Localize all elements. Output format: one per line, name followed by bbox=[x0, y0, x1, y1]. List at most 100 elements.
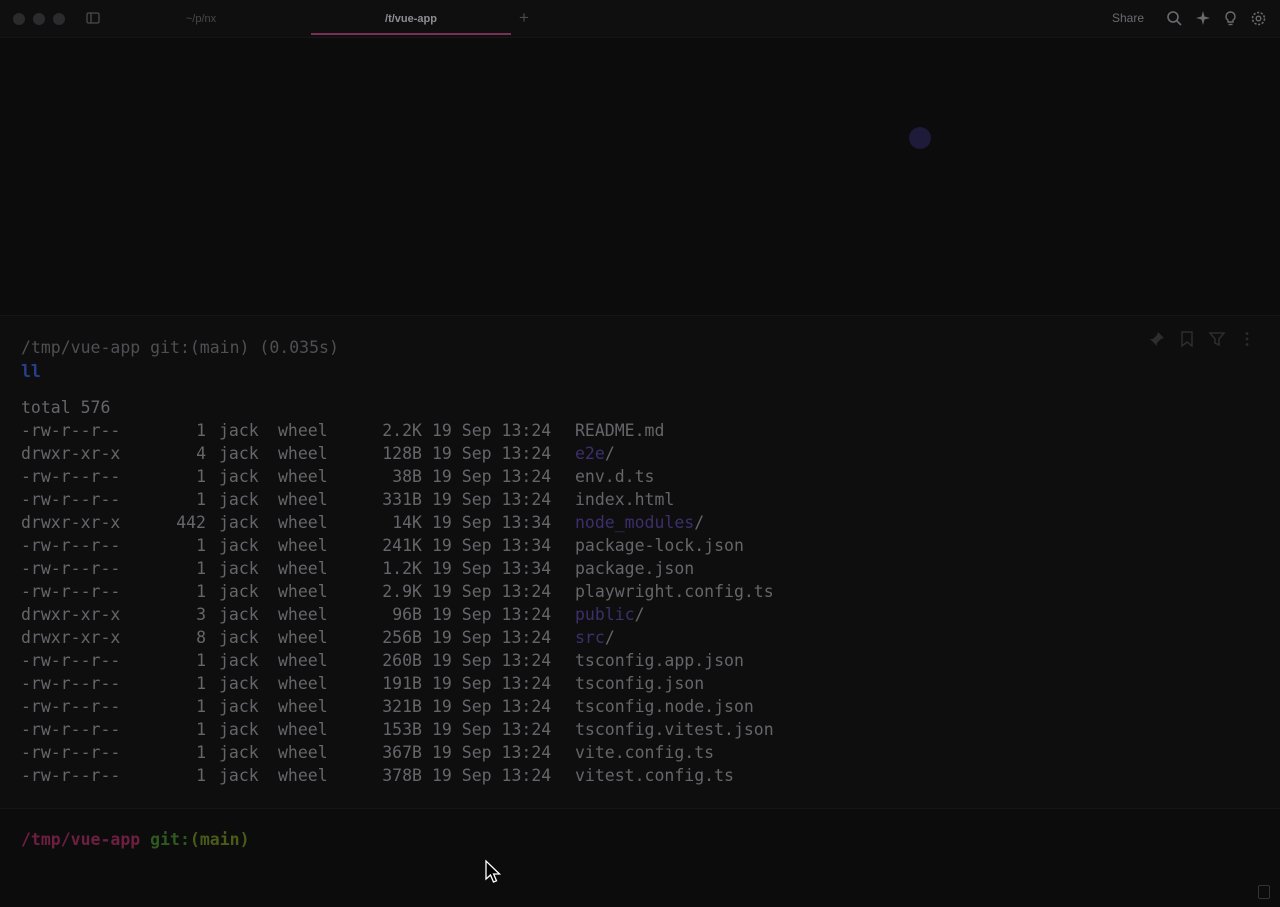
output-row: -rw-r--r-- 1 jack wheel 2.9K 19 Sep 13:24 play… bbox=[21, 580, 774, 603]
row-group: wheel bbox=[278, 605, 328, 624]
row-links: 1 bbox=[196, 697, 206, 716]
zoom-window-button[interactable] bbox=[53, 13, 65, 25]
ai-sparkle-icon[interactable] bbox=[1194, 10, 1211, 27]
output-row: -rw-r--r-- 1 jack wheel 241K 19 Sep 13:34 pack… bbox=[21, 534, 774, 557]
row-links: 1 bbox=[196, 651, 206, 670]
row-links: 1 bbox=[196, 743, 206, 762]
terminal-empty-area bbox=[0, 38, 1280, 314]
gear-icon[interactable] bbox=[1250, 10, 1267, 27]
row-size: 367B bbox=[382, 743, 422, 762]
row-group: wheel bbox=[278, 697, 328, 716]
row-group: wheel bbox=[278, 651, 328, 670]
row-file-name[interactable]: tsconfig.json bbox=[575, 672, 704, 695]
mouse-pointer-icon bbox=[484, 859, 502, 885]
row-links: 1 bbox=[196, 766, 206, 785]
row-file-name[interactable]: tsconfig.node.json bbox=[575, 695, 754, 718]
dir-slash: / bbox=[694, 513, 705, 532]
row-group: wheel bbox=[278, 766, 328, 785]
row-size: 128B bbox=[382, 444, 422, 463]
row-file-name[interactable]: env.d.ts bbox=[575, 465, 654, 488]
output-row: drwxr-xr-x 442 jack wheel 14K 19 Sep 13:34 nod… bbox=[21, 511, 774, 534]
tab-vue-app[interactable]: /t/vue-app bbox=[311, 0, 511, 37]
row-name-text: package-lock.json bbox=[575, 536, 744, 555]
close-window-button[interactable] bbox=[13, 13, 25, 25]
row-owner: jack bbox=[219, 559, 259, 578]
row-owner: jack bbox=[219, 513, 259, 532]
row-perm: -rw-r--r-- bbox=[21, 536, 121, 555]
filter-icon[interactable] bbox=[1208, 330, 1226, 348]
row-date: 19 Sep 13:24 bbox=[432, 490, 552, 509]
row-file-name[interactable]: playwright.config.ts bbox=[575, 580, 774, 603]
row-file-name[interactable]: package.json bbox=[575, 557, 694, 580]
output-row: -rw-r--r-- 1 jack wheel 260B 19 Sep 13:24 tsco… bbox=[21, 649, 774, 672]
row-perm: -rw-r--r-- bbox=[21, 559, 121, 578]
row-date: 19 Sep 13:24 bbox=[432, 467, 552, 486]
block-meta: /tmp/vue-app git:(main) (0.035s) bbox=[21, 338, 339, 357]
row-directory-name[interactable]: public/ bbox=[575, 603, 645, 626]
row-file-name[interactable]: vite.config.ts bbox=[575, 741, 714, 764]
row-group: wheel bbox=[278, 444, 328, 463]
output-row: drwxr-xr-x 4 jack wheel 128B 19 Sep 13:24 e2e/ bbox=[21, 442, 774, 465]
new-tab-button[interactable]: + bbox=[519, 8, 529, 28]
row-date: 19 Sep 13:24 bbox=[432, 720, 552, 739]
row-size: 321B bbox=[382, 697, 422, 716]
minimize-window-button[interactable] bbox=[33, 13, 45, 25]
output-row: -rw-r--r-- 1 jack wheel 367B 19 Sep 13:24 vite… bbox=[21, 741, 774, 764]
row-date: 19 Sep 13:24 bbox=[432, 582, 552, 601]
row-group: wheel bbox=[278, 582, 328, 601]
row-owner: jack bbox=[219, 766, 259, 785]
row-links: 1 bbox=[196, 536, 206, 555]
row-directory-name[interactable]: src/ bbox=[575, 626, 615, 649]
row-name-text: env.d.ts bbox=[575, 467, 655, 486]
row-owner: jack bbox=[219, 743, 259, 762]
row-file-name[interactable]: index.html bbox=[575, 488, 674, 511]
share-button[interactable]: Share bbox=[1112, 11, 1144, 25]
row-date: 19 Sep 13:34 bbox=[432, 559, 552, 578]
row-group: wheel bbox=[278, 559, 328, 578]
row-name-text: tsconfig.json bbox=[575, 674, 705, 693]
row-file-name[interactable]: package-lock.json bbox=[575, 534, 744, 557]
row-size: 191B bbox=[382, 674, 422, 693]
row-directory-name[interactable]: node_modules/ bbox=[575, 511, 704, 534]
row-name-text: README.md bbox=[575, 421, 665, 440]
row-group: wheel bbox=[278, 490, 328, 509]
row-perm: -rw-r--r-- bbox=[21, 674, 121, 693]
row-owner: jack bbox=[219, 444, 259, 463]
input-mode-icon[interactable] bbox=[1258, 885, 1270, 899]
row-date: 19 Sep 13:24 bbox=[432, 651, 552, 670]
row-size: 331B bbox=[382, 490, 422, 509]
row-name-text: e2e bbox=[575, 444, 605, 463]
row-links: 442 bbox=[176, 513, 206, 532]
bookmark-icon[interactable] bbox=[1178, 330, 1196, 348]
search-icon[interactable] bbox=[1166, 10, 1183, 27]
input-prompt[interactable]: /tmp/vue-app git:(main) bbox=[21, 830, 250, 849]
row-directory-name[interactable]: e2e/ bbox=[575, 442, 615, 465]
row-links: 1 bbox=[196, 559, 206, 578]
dir-slash: / bbox=[604, 444, 615, 463]
row-size: 153B bbox=[382, 720, 422, 739]
row-date: 19 Sep 13:24 bbox=[432, 674, 552, 693]
lightbulb-icon[interactable] bbox=[1222, 10, 1239, 27]
tab-nx[interactable]: ~/p/nx bbox=[101, 0, 301, 37]
block-command: ll bbox=[21, 362, 41, 381]
row-links: 1 bbox=[196, 490, 206, 509]
row-perm: drwxr-xr-x bbox=[21, 513, 121, 532]
row-file-name[interactable]: vitest.config.ts bbox=[575, 764, 734, 787]
command-block[interactable]: /tmp/vue-app git:(main) (0.035s) ll tota… bbox=[0, 315, 1280, 809]
output-total: total 576 bbox=[21, 398, 111, 417]
more-icon[interactable] bbox=[1238, 330, 1256, 348]
row-file-name[interactable]: README.md bbox=[575, 419, 664, 442]
row-size: 260B bbox=[382, 651, 422, 670]
row-owner: jack bbox=[219, 490, 259, 509]
row-file-name[interactable]: tsconfig.vitest.json bbox=[575, 718, 774, 741]
sidebar-icon[interactable] bbox=[86, 11, 100, 25]
row-perm: -rw-r--r-- bbox=[21, 766, 121, 785]
row-group: wheel bbox=[278, 628, 328, 647]
row-name-text: index.html bbox=[575, 490, 675, 509]
pin-icon[interactable] bbox=[1148, 330, 1166, 348]
row-owner: jack bbox=[219, 536, 259, 555]
row-perm: -rw-r--r-- bbox=[21, 743, 121, 762]
output-row: -rw-r--r-- 1 jack wheel 1.2K 19 Sep 13:34 pack… bbox=[21, 557, 774, 580]
tab-label: ~/p/nx bbox=[185, 12, 217, 25]
row-file-name[interactable]: tsconfig.app.json bbox=[575, 649, 744, 672]
